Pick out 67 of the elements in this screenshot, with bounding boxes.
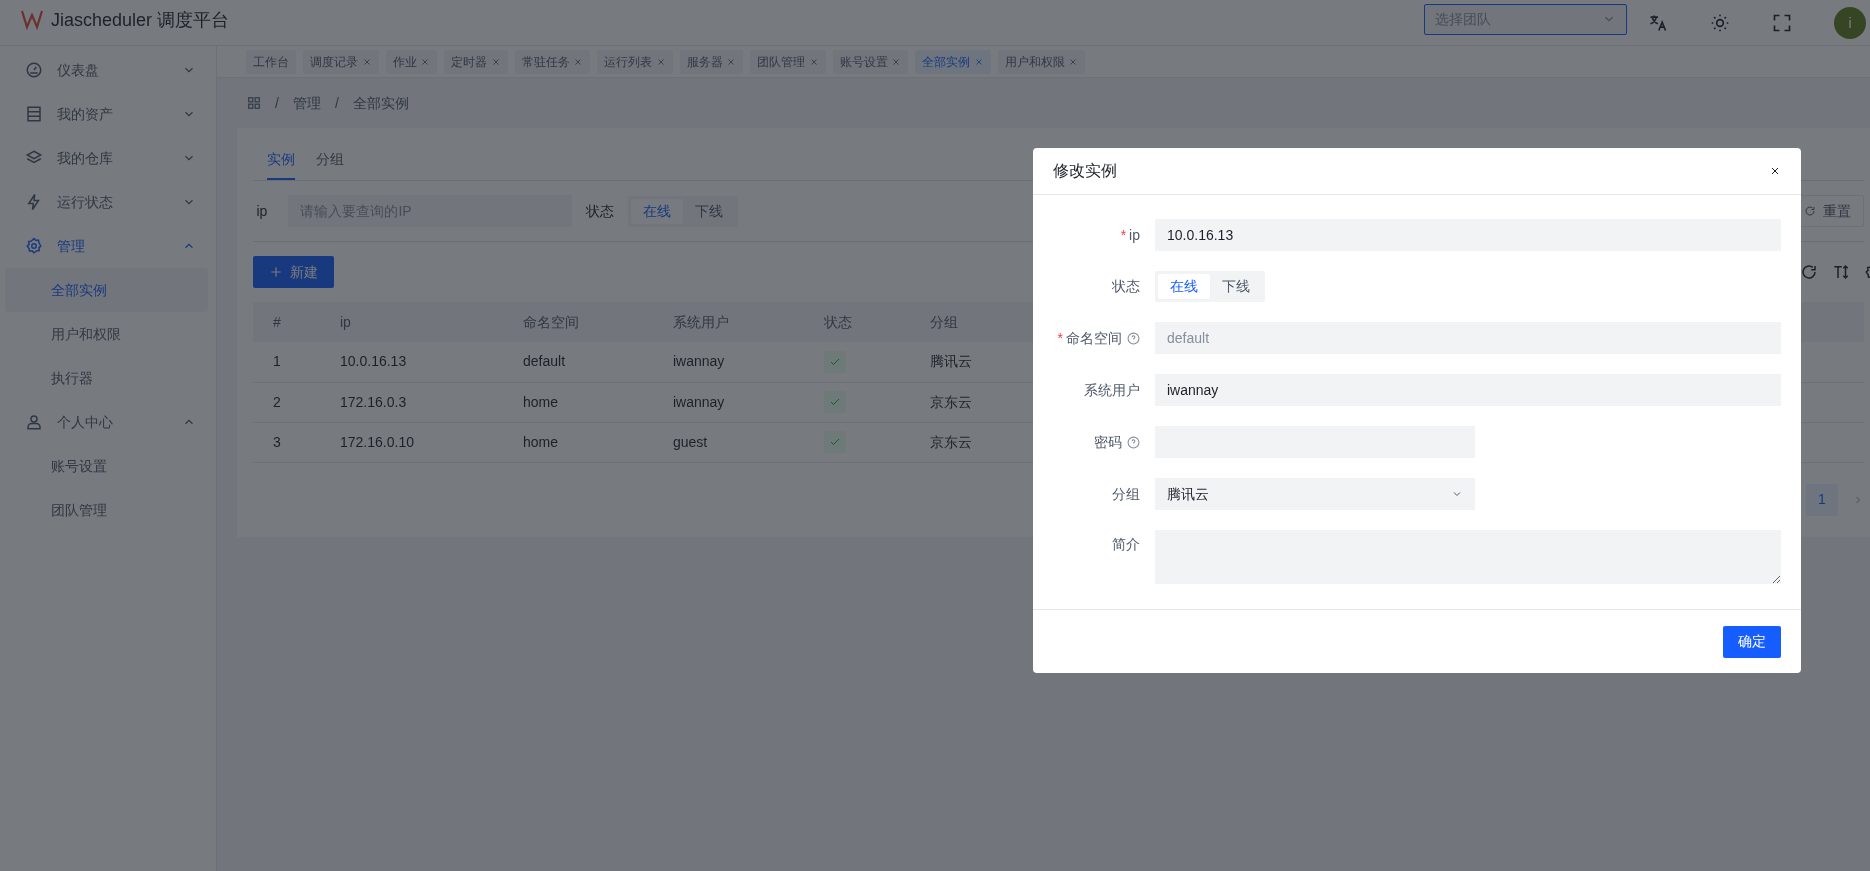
table-cell: 3 xyxy=(253,422,320,462)
sidebar-item[interactable]: 运行状态 xyxy=(5,180,208,224)
field-label: 密码 xyxy=(1094,432,1122,452)
tab[interactable]: 运行列表 xyxy=(597,49,673,74)
page-button[interactable]: 1 xyxy=(1806,483,1838,516)
tab[interactable]: 作业 xyxy=(385,49,437,74)
sidebar-item[interactable]: 仪表盘 xyxy=(5,48,208,92)
group-select[interactable]: 腾讯云 xyxy=(1155,478,1475,510)
input-field[interactable]: iwannay xyxy=(1155,374,1781,406)
table-cell: 2 xyxy=(253,382,320,422)
sidebar-item[interactable]: 管理 xyxy=(5,224,208,268)
tab[interactable]: 工作台 xyxy=(246,49,296,74)
tab[interactable]: 实例 xyxy=(267,135,295,180)
sidebar-item[interactable]: 我的仓库 xyxy=(5,136,208,180)
column-header: # xyxy=(253,302,320,342)
tab[interactable]: 全部实例 xyxy=(915,49,991,74)
field-label: 状态 xyxy=(1112,277,1140,296)
status-option[interactable]: 在线 xyxy=(1158,274,1210,299)
table-cell: 1 xyxy=(253,342,320,382)
breadcrumb-item[interactable]: 全部实例 xyxy=(352,92,409,114)
sidebar-subitem[interactable]: 账号设置 xyxy=(5,444,208,488)
sidebar-item[interactable]: 我的资产 xyxy=(5,92,208,136)
new-button[interactable]: 新建 xyxy=(253,256,334,288)
breadcrumb-item[interactable]: 管理 xyxy=(292,92,321,114)
table-cell: 10.0.16.13 xyxy=(320,342,503,382)
field-label: ip xyxy=(1129,225,1140,245)
field-label: 简介 xyxy=(1112,534,1140,554)
table-cell: default xyxy=(503,342,653,382)
field-label: 系统用户 xyxy=(1084,380,1140,400)
tab[interactable]: 常驻任务 xyxy=(514,49,590,74)
sidebar-subitem[interactable]: 执行器 xyxy=(5,356,208,400)
sidebar-subitem[interactable]: 全部实例 xyxy=(5,268,208,312)
tab[interactable]: 定时器 xyxy=(444,49,508,74)
column-header: 命名空间 xyxy=(503,302,653,342)
input-field[interactable]: 10.0.16.13 xyxy=(1155,219,1781,251)
breadcrumb-separator: / xyxy=(334,93,339,113)
table-cell: iwannay xyxy=(653,382,804,422)
tab[interactable]: 用户和权限 xyxy=(997,49,1085,74)
field-label: ip xyxy=(256,201,268,221)
field-label: 状态 xyxy=(586,201,615,221)
table-cell: home xyxy=(503,422,653,462)
confirm-button[interactable]: 确定 xyxy=(1723,625,1781,658)
status-option[interactable]: 下线 xyxy=(1210,274,1262,299)
column-header: ip xyxy=(320,302,503,342)
tab[interactable]: 分组 xyxy=(316,135,344,180)
field-label: 分组 xyxy=(1112,484,1140,504)
input-field[interactable]: default xyxy=(1155,322,1781,354)
avatar[interactable]: i xyxy=(1834,7,1866,39)
tab[interactable]: 服务器 xyxy=(679,49,743,74)
tab[interactable]: 团队管理 xyxy=(750,49,826,74)
table-cell: 172.16.0.10 xyxy=(320,422,503,462)
column-header: 系统用户 xyxy=(653,302,804,342)
table-cell: home xyxy=(503,382,653,422)
app-title: Jiascheduler 调度平台 xyxy=(51,9,230,32)
table-cell: iwannay xyxy=(653,342,804,382)
column-header: 状态 xyxy=(804,302,910,342)
required-asterisk: * xyxy=(1120,225,1127,245)
tab[interactable]: 调度记录 xyxy=(303,49,379,74)
table-cell: 172.16.0.3 xyxy=(320,382,503,422)
breadcrumb-separator: / xyxy=(275,93,279,113)
sidebar-subitem[interactable]: 团队管理 xyxy=(5,488,208,532)
table-cell: guest xyxy=(653,422,804,462)
status-option[interactable]: 下线 xyxy=(683,198,736,224)
sidebar-item[interactable]: 个人中心 xyxy=(5,400,208,444)
status-option[interactable]: 在线 xyxy=(631,198,684,224)
sidebar-subitem[interactable]: 用户和权限 xyxy=(5,312,208,356)
dialog-title: 修改实例 xyxy=(1053,161,1118,181)
